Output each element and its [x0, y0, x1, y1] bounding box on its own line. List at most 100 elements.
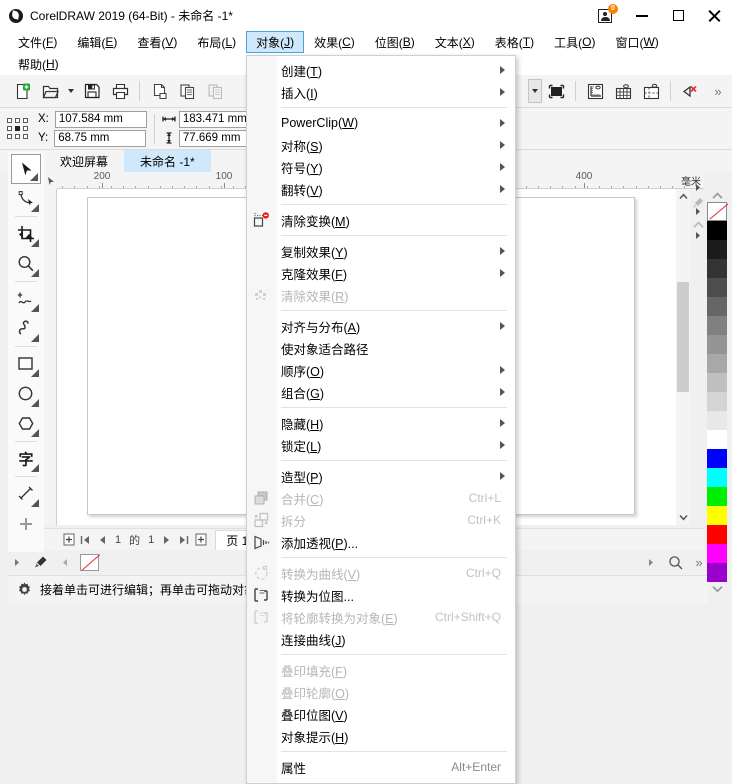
zoom-tool[interactable] — [11, 249, 41, 279]
palette-scroll-up-button[interactable] — [707, 189, 727, 202]
ellipse-tool[interactable] — [11, 379, 41, 409]
paste-button[interactable] — [201, 78, 229, 105]
menu-e[interactable]: 编辑(E) — [67, 31, 127, 53]
zoom-fit-button[interactable] — [666, 553, 684, 571]
crop-tool[interactable] — [11, 219, 41, 249]
first-page-button[interactable] — [77, 531, 94, 549]
palette-swatch-gray-30[interactable] — [707, 373, 727, 392]
palette-swatch-gray-80[interactable] — [707, 278, 727, 297]
colorrow-next-button[interactable] — [642, 553, 660, 571]
menu-item-27[interactable]: 对象提示(H) — [247, 725, 515, 747]
copy-button[interactable] — [173, 78, 201, 105]
palette-swatch-red[interactable] — [707, 525, 727, 544]
menu-l[interactable]: 布局(L) — [187, 31, 246, 53]
text-tool[interactable]: 字 — [11, 444, 41, 474]
next-page-button[interactable] — [158, 531, 175, 549]
palette-swatch-yellow[interactable] — [707, 506, 727, 525]
palette-swatch-black[interactable] — [707, 221, 727, 240]
menu-item-28[interactable]: 属性 Alt+Enter — [247, 756, 515, 778]
menu-h[interactable]: 帮助(H) — [8, 53, 69, 75]
menu-o[interactable]: 工具(O) — [544, 31, 605, 53]
menu-item-4[interactable]: 符号(Y) — [247, 156, 515, 178]
palette-swatch-gray-60[interactable] — [707, 316, 727, 335]
close-button[interactable] — [696, 0, 732, 31]
menu-item-6[interactable]: 清除变换(M) — [247, 209, 515, 231]
palette-swatch-cyan[interactable] — [707, 468, 727, 487]
x-input[interactable]: 107.584 mm — [54, 110, 147, 128]
menu-item-0[interactable]: 创建(T) — [247, 59, 515, 81]
vertical-scrollbar[interactable] — [676, 189, 690, 525]
open-document-button[interactable] — [36, 78, 64, 105]
save-button[interactable] — [78, 78, 106, 105]
snap-off-button[interactable] — [676, 78, 704, 105]
scrollbar-thumb[interactable] — [677, 282, 689, 392]
maximize-button[interactable] — [660, 0, 696, 31]
current-page-number[interactable]: 1 — [111, 534, 125, 546]
palette-swatch-white[interactable] — [707, 430, 727, 449]
dock-chevron-up[interactable] — [691, 218, 705, 232]
menu-j[interactable]: 对象(J) — [246, 31, 305, 53]
palette-swatch-blue[interactable] — [707, 449, 727, 468]
rectangle-tool[interactable] — [11, 349, 41, 379]
menu-x[interactable]: 文本(X) — [425, 31, 485, 53]
open-dropdown-button[interactable] — [64, 78, 78, 105]
freehand-tool[interactable] — [11, 284, 41, 314]
show-rulers-button[interactable] — [581, 78, 609, 105]
palette-swatch-green[interactable] — [707, 487, 727, 506]
dock-arrow-top[interactable] — [691, 180, 705, 194]
scroll-down-button[interactable] — [676, 510, 690, 525]
palette-swatch-gray-50[interactable] — [707, 335, 727, 354]
menu-item-5[interactable]: 翻转(V) — [247, 178, 515, 200]
show-guides-button[interactable] — [637, 78, 665, 105]
ruler-origin-button[interactable] — [44, 172, 57, 189]
object-origin-icon[interactable] — [6, 116, 32, 142]
parallel-dimension-tool[interactable] — [11, 479, 41, 509]
menu-item-13[interactable]: 组合(G) — [247, 381, 515, 403]
fullscreen-preview-button[interactable] — [542, 78, 570, 105]
menu-item-3[interactable]: 对称(S) — [247, 134, 515, 156]
menu-item-14[interactable]: 隐藏(H) — [247, 412, 515, 434]
menu-item-1[interactable]: 插入(I) — [247, 81, 515, 103]
palette-swatch-gray-10[interactable] — [707, 411, 727, 430]
new-document-button[interactable] — [8, 78, 36, 105]
menu-f[interactable]: 文件(F) — [8, 31, 67, 53]
menu-w[interactable]: 窗口(W) — [605, 31, 668, 53]
palette-swatch-gray-90[interactable] — [707, 259, 727, 278]
prev-page-button[interactable] — [94, 531, 111, 549]
connector-tool[interactable] — [11, 509, 41, 539]
menu-item-10[interactable]: 对齐与分布(A) — [247, 315, 515, 337]
menu-item-21[interactable]: 转换为位图... — [247, 584, 515, 606]
gear-icon[interactable] — [16, 581, 33, 598]
shape-tool[interactable] — [11, 184, 41, 214]
menu-item-11[interactable]: 使对象适合路径 — [247, 337, 515, 359]
menu-item-2[interactable]: PowerClip(W) — [247, 112, 515, 134]
vertical-ruler[interactable] — [44, 189, 57, 525]
cut-button[interactable] — [145, 78, 173, 105]
account-button[interactable]: 0 — [588, 0, 624, 31]
artistic-media-tool[interactable] — [11, 314, 41, 344]
palette-swatch-no-fill[interactable] — [707, 202, 727, 221]
menu-item-23[interactable]: 连接曲线(J) — [247, 628, 515, 650]
menu-item-26[interactable]: 叠印位图(V) — [247, 703, 515, 725]
palette-swatch-gray-95[interactable] — [707, 240, 727, 259]
menu-b[interactable]: 位图(B) — [365, 31, 425, 53]
show-grid-button[interactable] — [609, 78, 637, 105]
eyedropper-button[interactable] — [32, 553, 50, 571]
menu-item-16[interactable]: 造型(P) — [247, 465, 515, 487]
palette-scroll-down-button[interactable] — [707, 582, 727, 595]
pick-tool[interactable] — [11, 154, 41, 184]
y-input[interactable]: 68.75 mm — [54, 129, 147, 147]
menu-item-12[interactable]: 顺序(O) — [247, 359, 515, 381]
menu-item-29[interactable]: 对象(O) — [247, 778, 515, 784]
menu-item-19[interactable]: 添加透视(P)... — [247, 531, 515, 553]
palette-swatch-gray-40[interactable] — [707, 354, 727, 373]
print-button[interactable] — [106, 78, 134, 105]
toolbar-overflow-button[interactable]: » — [704, 78, 732, 105]
menu-t[interactable]: 表格(T) — [485, 31, 544, 53]
zoom-level-dropdown[interactable] — [528, 79, 542, 103]
menu-item-15[interactable]: 锁定(L) — [247, 434, 515, 456]
minimize-button[interactable] — [624, 0, 660, 31]
add-page-end-button[interactable] — [192, 531, 209, 549]
palette-swatch-gray-20[interactable] — [707, 392, 727, 411]
document-tab-1[interactable]: 未命名 -1* — [124, 150, 211, 172]
